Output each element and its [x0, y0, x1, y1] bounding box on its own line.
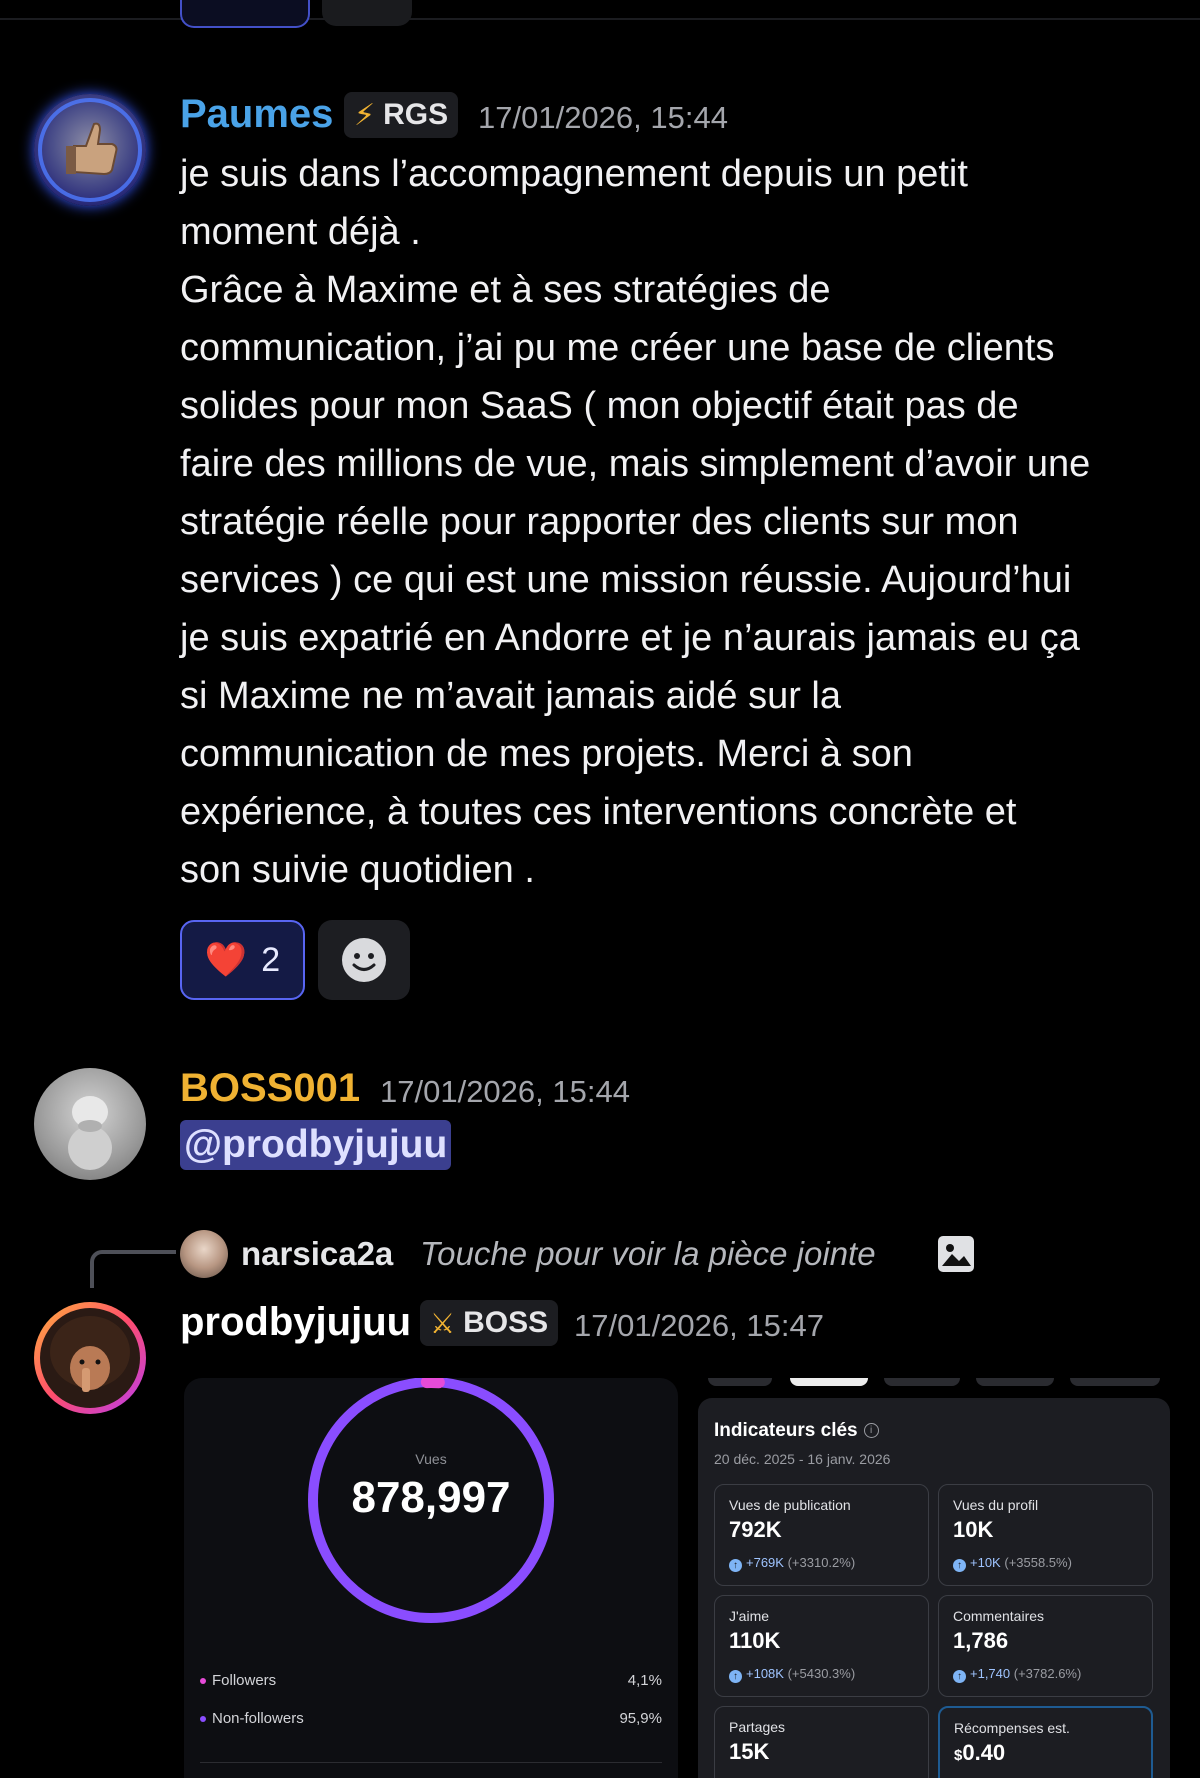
metric-value: 792K	[729, 1517, 782, 1542]
key-indicators-card: Indicateurs clés i 20 déc. 2025 - 16 janv…	[698, 1398, 1170, 1778]
heart-icon: ❤️	[204, 941, 248, 979]
role-badge-label: RGS	[383, 98, 449, 131]
tab-pill	[1070, 1378, 1160, 1386]
legend-dot	[200, 1716, 206, 1723]
message-timestamp: 17/01/2026, 15:44	[478, 100, 728, 135]
metric-card: Vues du profil 10K ↑ +10K (+3558.5%)	[938, 1484, 1153, 1586]
add-reaction-button[interactable]	[318, 920, 410, 1000]
message-timestamp: 17/01/2026, 15:47	[574, 1308, 824, 1343]
metric-card: Commentaires 1,786 ↑ +1,740 (+3782.6%)	[938, 1595, 1153, 1697]
legend-label: Followers	[212, 1672, 277, 1689]
metric-value: 1,786	[953, 1628, 1009, 1653]
metric-label: Partages	[729, 1719, 786, 1735]
metric-value: 15K	[729, 1739, 770, 1764]
legend-pct: 4,1%	[627, 1672, 662, 1689]
previous-reaction-pill[interactable]	[180, 0, 310, 28]
metric-value: 110K	[729, 1628, 781, 1653]
tab-pill	[884, 1378, 960, 1386]
previous-add-reaction-pill[interactable]	[322, 0, 412, 26]
metric-card: Partages 15K	[714, 1706, 929, 1778]
reaction-count: 2	[261, 940, 281, 979]
role-badge[interactable]: ⚡ RGS	[344, 92, 459, 138]
lightning-icon: ⚡	[354, 98, 376, 132]
message-timestamp: 17/01/2026, 15:44	[380, 1074, 630, 1109]
donut-label: Vues	[415, 1451, 447, 1467]
avatar-narsica2a[interactable]	[180, 1230, 228, 1278]
metric-value: $0.40	[954, 1740, 1006, 1765]
divider	[200, 1762, 662, 1763]
metric-label: Commentaires	[953, 1608, 1045, 1624]
message-text: je suis dans l’accompagnement depuis un …	[180, 153, 1091, 891]
arrow-up-icon: ↑	[729, 1670, 742, 1683]
role-badge-label: BOSS	[463, 1306, 549, 1339]
tab-pill-active	[790, 1378, 868, 1386]
legend-pct: 95,9%	[619, 1710, 662, 1727]
image-attachment-indicators[interactable]: Indicateurs clés i 20 déc. 2025 - 16 janv…	[698, 1378, 1170, 1778]
metric-value: 10K	[953, 1517, 994, 1542]
metric-card: J'aime 110K ↑ +108K (+5430.3%)	[714, 1595, 929, 1697]
legend-non-followers: Non-followers 95,9%	[200, 1710, 662, 1727]
metric-label: J'aime	[729, 1608, 770, 1624]
legend-followers: Followers 4,1%	[200, 1672, 662, 1689]
indicators-date-range: 20 déc. 2025 - 16 janv. 2026	[714, 1451, 891, 1467]
arrow-up-icon: ↑	[729, 1559, 742, 1572]
arrow-up-icon: ↑	[953, 1670, 966, 1683]
reply-preview-text[interactable]: Touche pour voir la pièce jointe	[420, 1235, 876, 1273]
metric-label: Vues du profil	[953, 1497, 1039, 1513]
metric-delta: ↑ +1,740 (+3782.6%)	[953, 1666, 1081, 1683]
image-icon	[938, 1236, 974, 1272]
legend-label: Non-followers	[212, 1710, 304, 1727]
avatar-paumes[interactable]	[34, 94, 146, 206]
avatar-boss001[interactable]	[34, 1068, 146, 1180]
role-badge[interactable]: ⚔ BOSS	[420, 1300, 559, 1346]
metric-label: Récompenses est.	[954, 1720, 1070, 1736]
arrow-up-icon: ↑	[953, 1559, 966, 1572]
metric-delta: ↑ +10K (+3558.5%)	[953, 1555, 1072, 1572]
total-views-value: 878,997	[351, 1473, 511, 1522]
image-attachment-views[interactable]: Vues 878,997 Followers 4,1% Non-follower…	[184, 1378, 678, 1778]
author-name[interactable]: prodbyjujuu	[180, 1300, 411, 1345]
reply-connector	[90, 1250, 176, 1288]
legend-dot	[200, 1678, 206, 1685]
info-icon: i	[863, 1423, 879, 1439]
avatar-prodbyjujuu[interactable]	[34, 1302, 146, 1414]
tab-pill	[708, 1378, 772, 1386]
metric-delta: ↑ +769K (+3310.2%)	[729, 1555, 855, 1572]
author-name[interactable]: BOSS001	[180, 1066, 360, 1111]
tab-pill	[976, 1378, 1054, 1386]
reply-author[interactable]: narsica2a	[241, 1235, 393, 1273]
metric-delta: ↑ +108K (+5430.3%)	[729, 1666, 855, 1683]
smiley-icon	[342, 938, 386, 982]
metric-card: Vues de publication 792K ↑ +769K (+3310.2…	[714, 1484, 929, 1586]
metric-card-highlighted: Récompenses est. $0.40	[938, 1706, 1153, 1778]
author-name[interactable]: Paumes	[180, 92, 333, 137]
metric-label: Vues de publication	[729, 1497, 851, 1513]
reaction-heart[interactable]: ❤️ 2	[180, 920, 305, 1000]
user-mention[interactable]: @prodbyjujuu	[180, 1120, 452, 1170]
sword-icon: ⚔	[430, 1307, 456, 1339]
indicators-title: Indicateurs clés i	[714, 1420, 879, 1442]
